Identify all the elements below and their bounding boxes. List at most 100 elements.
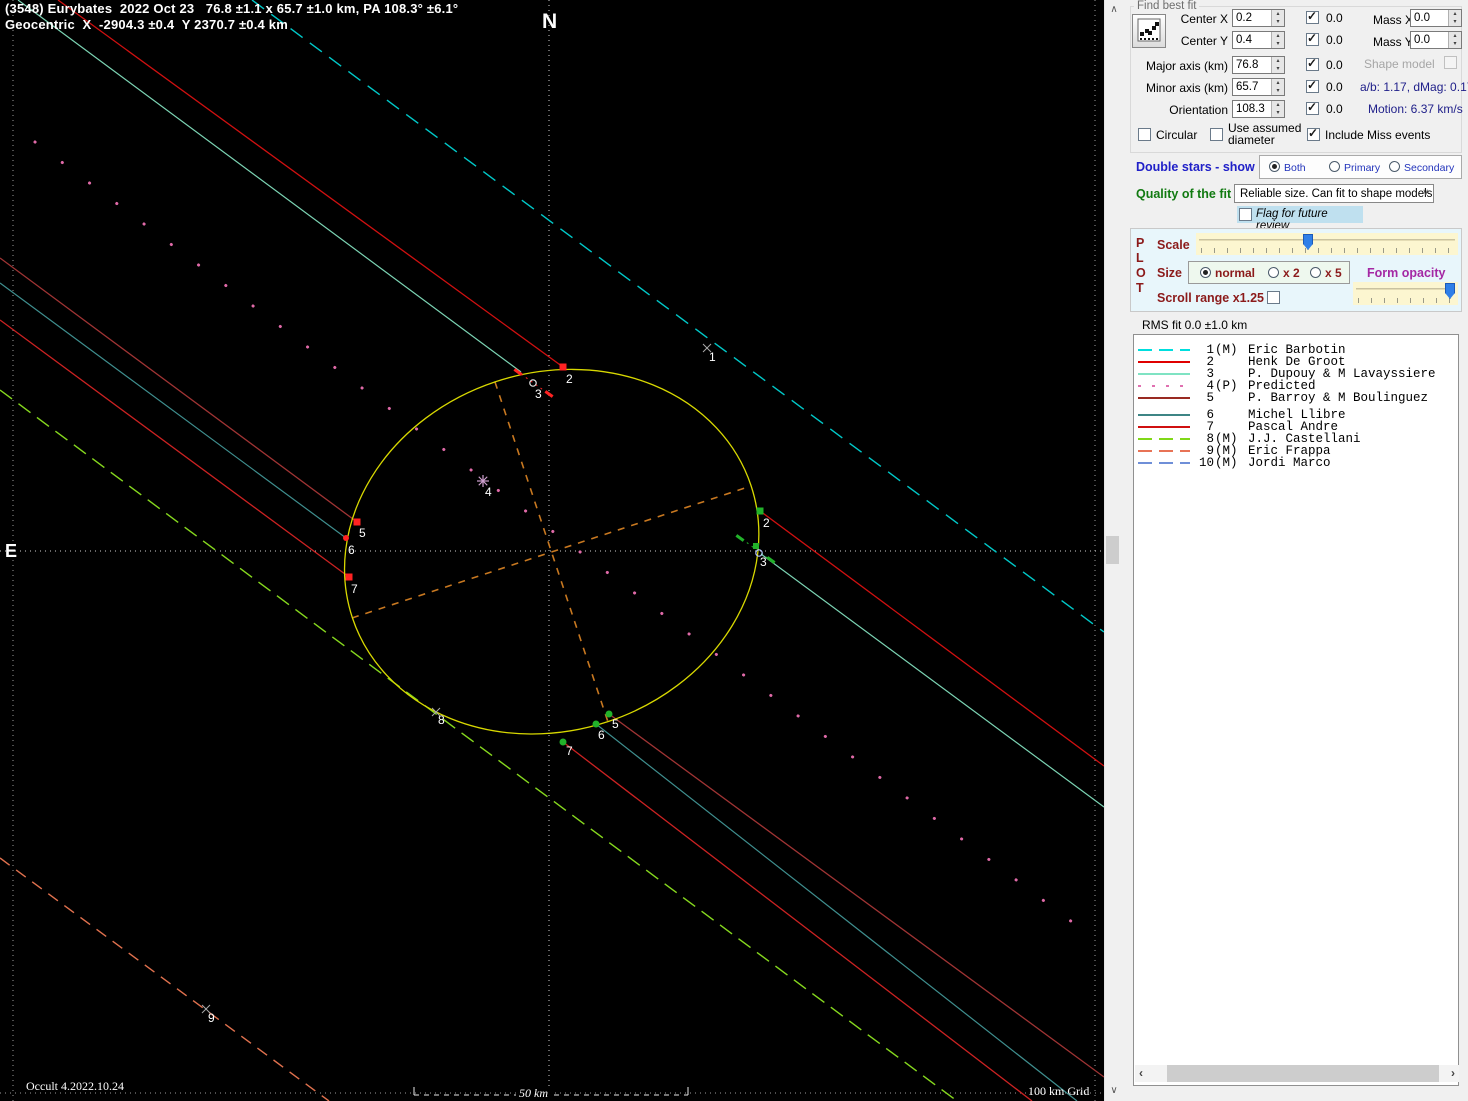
- chord-line-2: [760, 511, 1104, 766]
- scale-slider[interactable]: [1196, 233, 1458, 255]
- scroll-right-icon[interactable]: ›: [1451, 1066, 1455, 1080]
- size-x2-radio[interactable]: [1268, 267, 1279, 278]
- chord-number-label: 6: [598, 728, 605, 742]
- form-opacity-slider-thumb[interactable]: [1445, 283, 1455, 299]
- shape-model-label: Shape model: [1364, 57, 1435, 71]
- control-panel: Find best fit Center X 0.2 ▴▾ ✓: [1122, 0, 1468, 1101]
- include-miss-events-checkbox[interactable]: ✓: [1307, 128, 1320, 141]
- chord-number-label: 5: [359, 526, 366, 540]
- uncertainty-segment: [521, 374, 546, 392]
- spinner-buttons[interactable]: ▴▾: [1448, 32, 1461, 48]
- circular-checkbox[interactable]: [1138, 128, 1151, 141]
- shape-model-checkbox[interactable]: [1444, 56, 1457, 69]
- chevron-down-icon[interactable]: ∨: [1422, 187, 1429, 198]
- occultation-plot[interactable]: 23235675674189 (3548) Eurybates 2022 Oct…: [0, 0, 1104, 1101]
- legend-horizontal-scrollbar[interactable]: ‹ ›: [1135, 1065, 1459, 1082]
- plot-canvas[interactable]: 23235675674189: [0, 0, 1104, 1101]
- chord-number-label: 6: [348, 543, 355, 557]
- major-axis-fit-checkbox[interactable]: ✓: [1306, 58, 1319, 71]
- uncertainty-circle: [530, 380, 536, 386]
- use-assumed-diameter-checkbox[interactable]: [1210, 128, 1223, 141]
- center-x-label: Center X: [1168, 12, 1228, 26]
- leg-tag: (M): [1215, 344, 1238, 356]
- double-stars-primary-radio[interactable]: [1329, 161, 1340, 172]
- error-bar-tick: [545, 391, 552, 396]
- event-marker: [753, 543, 759, 549]
- motion-text: Motion: 6.37 km/s: [1368, 102, 1463, 116]
- fit-chart-icon: [1137, 18, 1161, 42]
- chord-line-2: [58, 0, 563, 367]
- chord-line-5: [609, 714, 1104, 1077]
- legend-line-sample: [1138, 414, 1190, 416]
- hscroll-thumb[interactable]: [1167, 1065, 1439, 1082]
- leg-tag: (M): [1215, 457, 1238, 469]
- center-y-input[interactable]: 0.4 ▴▾: [1232, 31, 1285, 49]
- vscroll-thumb[interactable]: [1106, 536, 1119, 564]
- size-x5-label: x 5: [1325, 266, 1342, 280]
- center-y-fit-checkbox[interactable]: ✓: [1306, 33, 1319, 46]
- spinner-buttons[interactable]: ▴▾: [1271, 79, 1284, 95]
- double-stars-primary-label: Primary: [1344, 162, 1380, 174]
- orientation-uncertainty: 0.0: [1326, 102, 1343, 116]
- chord-line-5: [0, 258, 357, 522]
- double-stars-label: Double stars - show: [1136, 160, 1255, 174]
- major-axis-label: Major axis (km): [1132, 59, 1228, 73]
- legend-line-sample: [1138, 462, 1190, 464]
- major-axis-input[interactable]: 76.8 ▴▾: [1232, 56, 1285, 74]
- scroll-down-icon[interactable]: ∨: [1105, 1085, 1123, 1097]
- chord-number-label: 4: [485, 485, 492, 499]
- spinner-buttons[interactable]: ▴▾: [1271, 101, 1284, 117]
- form-opacity-slider[interactable]: [1353, 282, 1458, 305]
- form-opacity-label: Form opacity: [1367, 266, 1446, 280]
- observer-legend: 1(M)Eric Barbotin2Henk De Groot3P. Dupou…: [1133, 334, 1459, 1086]
- minor-axis-label: Minor axis (km): [1132, 81, 1228, 95]
- flag-review-checkbox[interactable]: [1239, 208, 1252, 221]
- scale-label: Scale: [1157, 238, 1190, 252]
- quality-of-fit-label: Quality of the fit: [1136, 187, 1231, 201]
- spinner-buttons[interactable]: ▴▾: [1271, 57, 1284, 73]
- scroll-left-icon[interactable]: ‹: [1139, 1066, 1143, 1080]
- legend-line-sample: [1138, 438, 1190, 440]
- panel-vertical-scrollbar[interactable]: ∧ ∨: [1104, 0, 1122, 1101]
- orientation-fit-checkbox[interactable]: ✓: [1306, 102, 1319, 115]
- minor-axis-input[interactable]: 65.7 ▴▾: [1232, 78, 1285, 96]
- double-stars-secondary-radio[interactable]: [1389, 161, 1400, 172]
- double-stars-secondary-label: Secondary: [1404, 162, 1454, 174]
- chord-line-3: [18, 0, 521, 372]
- find-best-fit-button[interactable]: [1132, 14, 1166, 48]
- double-stars-both-radio[interactable]: [1269, 161, 1280, 172]
- event-marker: [560, 364, 567, 371]
- grid-scale-text: 100 km Grid: [1028, 1084, 1089, 1099]
- scroll-up-icon[interactable]: ∧: [1105, 4, 1123, 16]
- size-normal-radio[interactable]: [1200, 267, 1211, 278]
- rms-fit-text: RMS fit 0.0 ±1.0 km: [1142, 318, 1247, 332]
- quality-of-fit-dropdown[interactable]: Reliable size. Can fit to shape models ∨: [1234, 184, 1434, 203]
- size-x2-label: x 2: [1283, 266, 1300, 280]
- mass-x-input[interactable]: 0.0 ▴▾: [1410, 9, 1462, 27]
- size-x5-radio[interactable]: [1310, 267, 1321, 278]
- center-y-uncertainty: 0.0: [1326, 33, 1343, 47]
- plot-title-line1: (3548) Eurybates 2022 Oct 23 76.8 ±1.1 x…: [5, 1, 458, 16]
- include-miss-events-label: Include Miss events: [1325, 128, 1430, 142]
- orientation-label: Orientation: [1132, 103, 1228, 117]
- double-stars-both-label: Both: [1284, 162, 1306, 174]
- leg-num: 5: [1192, 392, 1214, 404]
- north-label: N: [542, 10, 557, 34]
- chord-line-4: [35, 142, 1092, 937]
- leg-tag: (P): [1215, 380, 1238, 392]
- center-y-label: Center Y: [1168, 34, 1228, 48]
- spinner-buttons[interactable]: ▴▾: [1271, 32, 1284, 48]
- legend-line-sample: [1138, 426, 1190, 428]
- center-x-input[interactable]: 0.2 ▴▾: [1232, 9, 1285, 27]
- center-x-fit-checkbox[interactable]: ✓: [1306, 11, 1319, 24]
- size-normal-label: normal: [1215, 266, 1255, 280]
- east-label: E: [5, 541, 17, 562]
- scroll-range-checkbox[interactable]: [1267, 291, 1280, 304]
- chord-line-6: [0, 283, 346, 538]
- orientation-input[interactable]: 108.3 ▴▾: [1232, 100, 1285, 118]
- chord-number-label: 5: [612, 717, 619, 731]
- spinner-buttons[interactable]: ▴▾: [1448, 10, 1461, 26]
- spinner-buttons[interactable]: ▴▾: [1271, 10, 1284, 26]
- mass-y-input[interactable]: 0.0 ▴▾: [1410, 31, 1462, 49]
- minor-axis-fit-checkbox[interactable]: ✓: [1306, 80, 1319, 93]
